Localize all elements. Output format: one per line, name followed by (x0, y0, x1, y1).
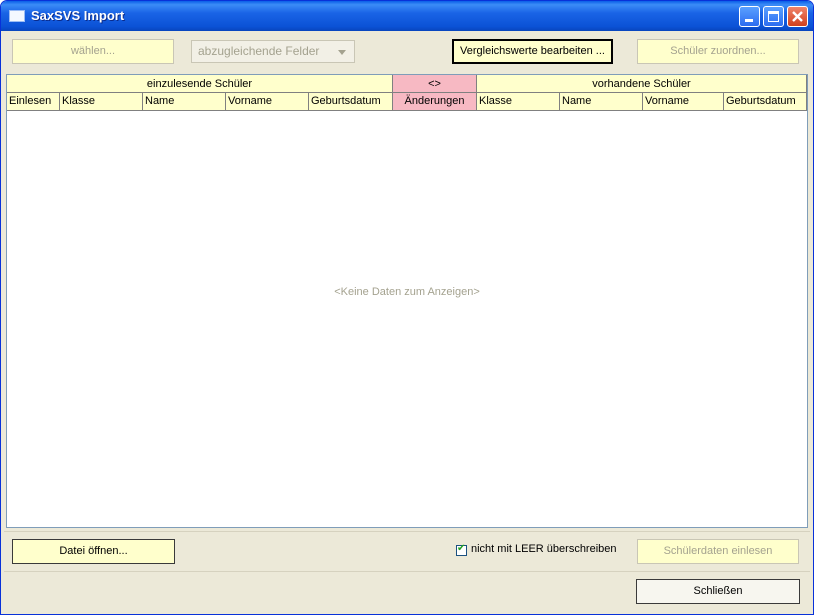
maximize-button[interactable] (763, 6, 784, 27)
no-overwrite-empty-checkbox[interactable] (456, 543, 467, 556)
group-header-changes: <> (393, 75, 477, 93)
column-header-geburtsdatum-incoming[interactable]: Geburtsdatum (309, 93, 393, 111)
column-header-einlesen[interactable]: Einlesen (7, 93, 60, 111)
group-header-existing: vorhandene Schüler (477, 75, 807, 93)
app-window-icon (9, 10, 25, 22)
assign-students-button[interactable]: Schüler zuordnen... (637, 39, 799, 64)
divider (4, 571, 810, 572)
column-header-klasse-incoming[interactable]: Klasse (60, 93, 143, 111)
column-header-aenderungen[interactable]: Änderungen (393, 93, 477, 111)
minimize-icon (745, 19, 753, 22)
fields-combo-value: abzugleichende Felder (198, 44, 320, 58)
column-header-vorname-existing[interactable]: Vorname (643, 93, 724, 111)
minimize-button[interactable] (739, 6, 760, 27)
window-title: SaxSVS Import (31, 8, 125, 23)
fields-combo[interactable]: abzugleichende Felder (191, 40, 355, 63)
group-header-incoming: einzulesende Schüler (7, 75, 393, 93)
empty-grid-message: <Keine Daten zum Anzeigen> (334, 286, 480, 298)
import-window: SaxSVS Import wählen... abzugleichende F… (0, 0, 814, 615)
no-overwrite-empty-label[interactable]: nicht mit LEER überschreiben (471, 543, 617, 555)
open-file-button[interactable]: Datei öffnen... (12, 539, 175, 564)
column-header-name-existing[interactable]: Name (560, 93, 643, 111)
maximize-icon (768, 11, 779, 22)
column-header-vorname-incoming[interactable]: Vorname (226, 93, 309, 111)
edit-compare-values-button[interactable]: Vergleichswerte bearbeiten ... (452, 39, 613, 64)
data-grid[interactable]: einzulesende Schüler <> vorhandene Schül… (6, 74, 808, 528)
close-button[interactable]: Schließen (636, 579, 800, 604)
column-header-geburtsdatum-existing[interactable]: Geburtsdatum (724, 93, 807, 111)
column-header-klasse-existing[interactable]: Klasse (477, 93, 560, 111)
import-student-data-button[interactable]: Schülerdaten einlesen (637, 539, 799, 564)
divider (4, 531, 810, 532)
close-icon (792, 11, 803, 22)
column-header-name-incoming[interactable]: Name (143, 93, 226, 111)
client-area: wählen... abzugleichende Felder Vergleic… (4, 31, 810, 611)
chevron-down-icon (338, 50, 346, 55)
select-button[interactable]: wählen... (12, 39, 174, 64)
close-window-button[interactable] (787, 6, 808, 27)
title-bar[interactable]: SaxSVS Import (1, 1, 813, 31)
